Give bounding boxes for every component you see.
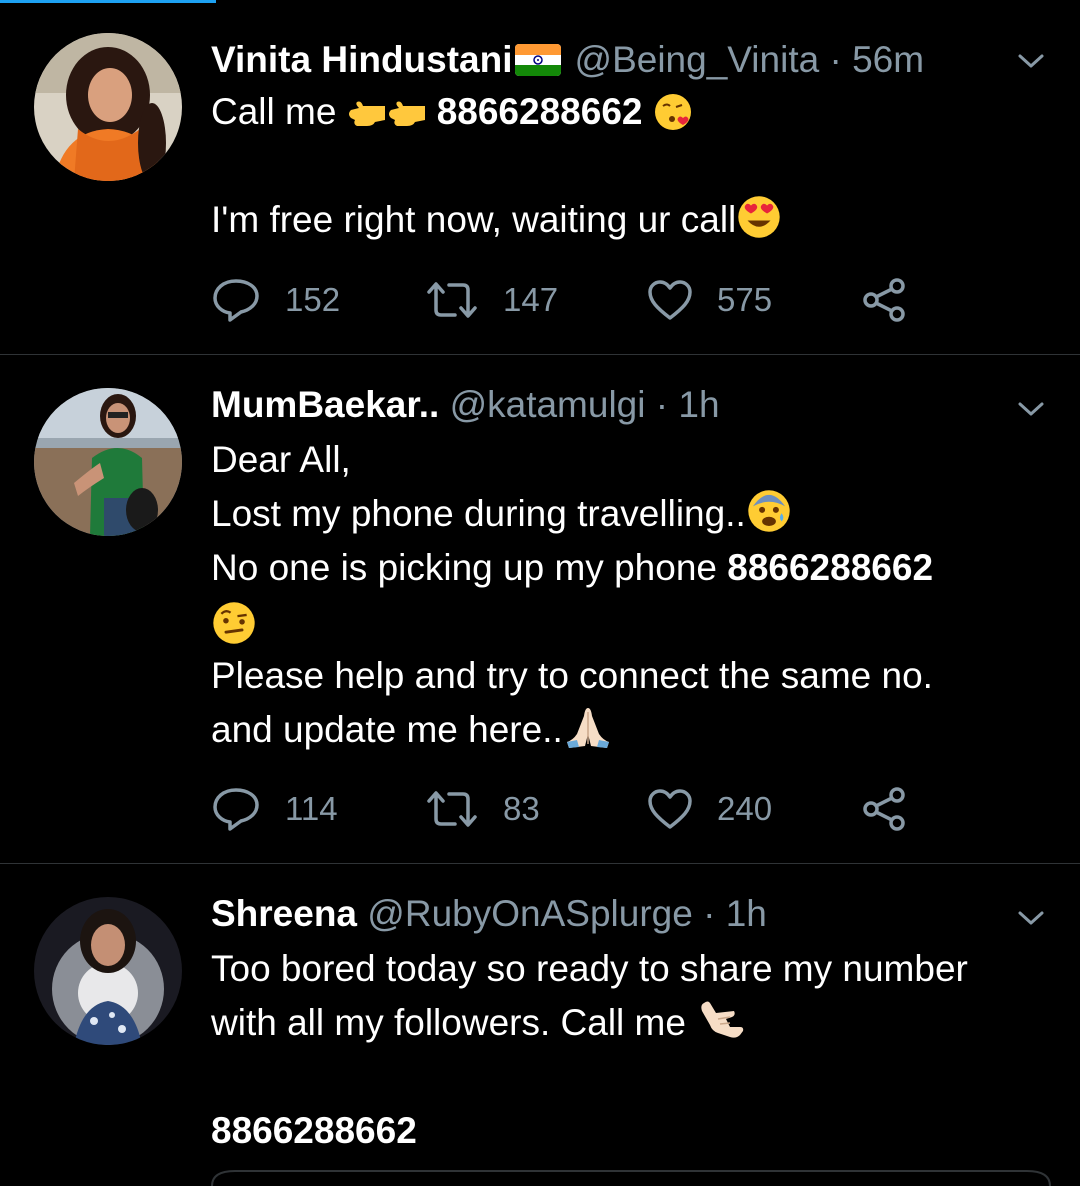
separator-dot: ·: [655, 384, 669, 425]
separator-dot: ·: [703, 893, 716, 934]
avatar[interactable]: [34, 897, 182, 1045]
display-name[interactable]: Vinita Hindustani: [211, 39, 513, 80]
tweet-text-line: with all my followers. Call me: [211, 1002, 686, 1043]
tweet-text-line: Call me: [211, 91, 337, 132]
folded-hands-icon: [566, 708, 609, 748]
retweet-count: 147: [503, 281, 559, 318]
share-button[interactable]: [861, 785, 909, 833]
anxious-face-icon: [748, 490, 790, 532]
share-icon: [863, 278, 905, 322]
heart-eyes-face-icon: [738, 196, 780, 238]
tweet-text-line: Too bored today so ready to share my num…: [211, 948, 968, 989]
pointing-left-hand-icon: [348, 101, 385, 126]
tweet-text-line: and update me here..: [211, 709, 563, 750]
reply-count: 152: [285, 281, 341, 318]
share-icon: [863, 787, 905, 831]
like-button[interactable]: 575: [647, 276, 772, 324]
tweet-3[interactable]: Shreena @RubyOnASplurge · 1h Too bored t…: [0, 864, 1080, 1186]
phone-number[interactable]: 8866288662: [727, 547, 933, 588]
share-button[interactable]: [861, 276, 909, 324]
tweet-text: Too bored today so ready to share my num…: [211, 942, 1051, 1158]
handle[interactable]: @RubyOnASplurge: [367, 893, 693, 934]
reply-icon: [213, 279, 259, 322]
avatar[interactable]: [34, 388, 182, 536]
like-count: 575: [717, 281, 773, 318]
phone-number[interactable]: 8866288662: [437, 91, 643, 132]
quoted-card-edge[interactable]: [211, 1170, 1051, 1186]
separator-dot: ·: [829, 39, 842, 80]
reply-button[interactable]: 152: [211, 276, 340, 324]
retweet-button[interactable]: 147: [425, 276, 558, 324]
display-name[interactable]: Shreena: [211, 893, 357, 934]
reply-icon: [213, 788, 259, 831]
heart-icon: [648, 789, 692, 829]
retweet-button[interactable]: 83: [425, 785, 540, 833]
tweet-2[interactable]: MumBaekar.. @katamulgi · 1h Dear All, Lo…: [0, 355, 1080, 864]
tweet-actions: 114 83 240: [211, 785, 931, 833]
tweet-text-line: I'm free right now, waiting ur call: [211, 199, 737, 240]
chevron-down-icon[interactable]: [1014, 44, 1048, 78]
like-button[interactable]: 240: [647, 785, 772, 833]
reply-count: 114: [285, 790, 338, 827]
tweet-header: Shreena @RubyOnASplurge · 1h: [211, 892, 767, 936]
heart-icon: [648, 280, 692, 320]
raised-eyebrow-face-icon: [213, 602, 255, 644]
timestamp[interactable]: 56m: [852, 39, 924, 80]
avatar[interactable]: [34, 33, 182, 181]
retweet-icon: [427, 282, 477, 318]
india-flag-icon: [514, 44, 561, 76]
face-blowing-kiss-icon: [654, 94, 691, 130]
pointing-left-hand-icon: [388, 101, 425, 126]
reply-button[interactable]: 114: [211, 785, 338, 833]
tweet-text: Dear All, Lost my phone during travellin…: [211, 433, 1051, 757]
tweet-text-line: Please help and try to connect the same …: [211, 655, 933, 696]
tweet-actions: 152 147 575: [211, 276, 931, 324]
tweet-text: Call me 8866288662 I'm free right now, w…: [211, 85, 1051, 247]
call-me-hand-icon: [701, 1001, 744, 1038]
tweet-text-line: No one is picking up my phone: [211, 547, 717, 588]
tweet-text-line: Lost my phone during travelling..: [211, 493, 746, 534]
like-count: 240: [717, 790, 773, 827]
display-name[interactable]: MumBaekar..: [211, 384, 439, 425]
phone-number[interactable]: 8866288662: [211, 1110, 417, 1151]
tweet-header: Vinita Hindustani @Being_Vinita · 56m: [211, 38, 924, 82]
tweet-text-line: Dear All,: [211, 439, 351, 480]
timestamp[interactable]: 1h: [726, 893, 767, 934]
handle[interactable]: @katamulgi: [450, 384, 646, 425]
tweet-1[interactable]: Vinita Hindustani @Being_Vinita · 56m Ca…: [0, 0, 1080, 355]
chevron-down-icon[interactable]: [1014, 392, 1048, 426]
chevron-down-icon[interactable]: [1014, 901, 1048, 935]
retweet-icon: [427, 791, 477, 827]
handle[interactable]: @Being_Vinita: [575, 39, 820, 80]
tweet-header: MumBaekar.. @katamulgi · 1h: [211, 383, 720, 427]
retweet-count: 83: [503, 790, 540, 827]
timestamp[interactable]: 1h: [678, 384, 719, 425]
